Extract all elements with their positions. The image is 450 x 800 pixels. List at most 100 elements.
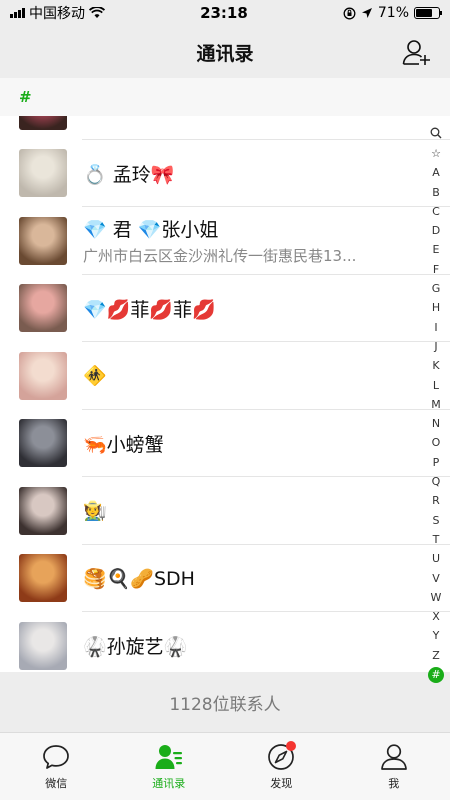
index-letter[interactable]: # [428, 667, 444, 684]
location-icon [361, 8, 372, 18]
contact-row[interactable]: 🦐小螃蟹 [0, 409, 450, 477]
contact-subtitle: 广州市白云区金沙洲礼传一街惠民巷13... [83, 247, 357, 266]
avatar [19, 149, 67, 198]
status-time: 23:18 [200, 4, 248, 22]
index-letter[interactable]: M [428, 395, 444, 414]
battery-level [416, 9, 432, 17]
index-letter[interactable]: ☆ [428, 144, 444, 163]
tab-contacts[interactable]: 通讯录 [113, 733, 226, 800]
search-icon[interactable] [430, 127, 442, 141]
avatar [19, 116, 67, 130]
contact-row[interactable]: 💎 君 💎张小姐广州市白云区金沙洲礼传一街惠民巷13... [0, 207, 450, 275]
battery-percent: 71% [377, 5, 409, 21]
page-title: 通讯录 [196, 42, 254, 65]
add-friend-icon[interactable] [402, 38, 432, 66]
index-letter[interactable]: X [428, 607, 444, 626]
tab-discover-label: 发现 [270, 777, 293, 790]
contact-row[interactable]: 南通市崇川区虹桥新村附37号303葛美1... [0, 116, 450, 140]
contacts-icon [155, 745, 182, 769]
section-header: # [0, 78, 450, 116]
avatar [19, 486, 67, 535]
orientation-lock-icon [343, 7, 356, 19]
index-letter[interactable]: S [428, 511, 444, 530]
tab-discover[interactable]: 发现 [225, 733, 338, 800]
contact-name: 💍 孟玲🎀 [83, 163, 175, 186]
index-letter[interactable]: V [428, 569, 444, 588]
index-letter[interactable]: B [428, 183, 444, 202]
notification-dot [286, 741, 296, 751]
tab-contacts-label: 通讯录 [152, 777, 186, 790]
alphabet-index[interactable]: ☆ A B C D E F G H I J K L M N O P Q R S T U V W X Y Z # [426, 127, 446, 684]
avatar [19, 216, 67, 265]
contact-name: 🚸 [83, 365, 107, 388]
avatar [19, 351, 67, 400]
contact-subtitle: 南通市崇川区虹桥新村附37号303葛美1... [83, 116, 365, 118]
contact-text: 💍 孟玲🎀 [83, 160, 174, 187]
index-letter[interactable]: K [428, 356, 444, 375]
contact-text: 🚸 [83, 364, 107, 387]
contact-text: 南通市崇川区虹桥新村附37号303葛美1... [83, 116, 365, 118]
index-letter[interactable]: Y [428, 626, 444, 645]
contact-name: 💎 君 💎张小姐 [83, 219, 219, 242]
contact-row[interactable]: 💎💋菲💋菲💋 [0, 274, 450, 342]
contact-name: 🦐小螃蟹 [83, 433, 164, 456]
signal-icon [10, 8, 25, 18]
contact-name: 🥞🍳🥜SDH [83, 567, 195, 590]
contact-name: 🧑‍🌾 [83, 500, 107, 523]
index-letter[interactable]: W [428, 588, 444, 607]
contact-row[interactable]: 🥞🍳🥜SDH [0, 544, 450, 612]
contact-count-label: 1128位联系人 [169, 694, 281, 715]
index-letter[interactable]: Q [428, 472, 444, 491]
contact-list-inner: 南通市崇川区虹桥新村附37号303葛美1... 💍 孟玲🎀 💎 君 💎张小姐广州市白… [0, 116, 450, 672]
tab-me[interactable]: 我 [338, 733, 450, 800]
index-letter[interactable]: E [428, 240, 444, 259]
avatar [19, 284, 67, 333]
contact-row[interactable]: 🚸 [0, 342, 450, 410]
contact-row[interactable]: 🥋孙旋艺🥋 [0, 612, 450, 672]
tab-chats-label: 微信 [45, 777, 68, 790]
contact-count: 1128位联系人 [0, 672, 450, 732]
index-letter[interactable]: A [428, 163, 444, 182]
contact-text: 🦐小螃蟹 [83, 430, 164, 457]
contact-name: 🥋孙旋艺🥋 [83, 636, 188, 659]
section-label: # [19, 88, 32, 106]
contact-row[interactable]: 🧑‍🌾 [0, 477, 450, 545]
tab-me-label: 我 [388, 777, 400, 790]
contact-row[interactable]: 💍 孟玲🎀 [0, 139, 450, 207]
contacts-screen: 中国移动 23:18 71% 通讯录 # 💍 孟玲🎀 💎 君 💎张小姐 广州市白… [0, 0, 450, 800]
contact-text: 💎 君 💎张小姐广州市白云区金沙洲礼传一街惠民巷13... [83, 215, 356, 266]
index-letter[interactable]: T [428, 530, 444, 549]
status-left: 中国移动 [10, 3, 105, 23]
index-letter[interactable]: P [428, 453, 444, 472]
index-letter[interactable]: I [428, 318, 444, 337]
index-letter[interactable]: N [428, 414, 444, 433]
contact-text: 🧑‍🌾 [83, 499, 107, 522]
tab-bar: 微信 通讯录 发现 我 [0, 732, 450, 800]
index-letter[interactable]: C [428, 202, 444, 221]
contact-list[interactable]: 南通市崇川区虹桥新村附37号303葛美1... 💍 孟玲🎀 💎 君 💎张小姐广州市白… [0, 116, 450, 672]
contact-name: 💎💋菲💋菲💋 [83, 298, 216, 321]
carrier-label: 中国移动 [29, 6, 85, 22]
status-bar: 中国移动 23:18 71% [0, 0, 450, 26]
index-letter[interactable]: J [428, 337, 444, 356]
avatar [19, 554, 67, 603]
contact-text: 🥋孙旋艺🥋 [83, 632, 187, 659]
index-letter[interactable]: L [428, 376, 444, 395]
index-letter[interactable]: F [428, 260, 444, 279]
index-letter[interactable]: U [428, 549, 444, 568]
index-letter[interactable]: Z [428, 646, 444, 665]
chat-bubble-icon [43, 745, 70, 769]
person-icon [380, 744, 407, 770]
avatar [19, 419, 67, 468]
avatar [19, 621, 67, 670]
index-letter[interactable]: H [428, 298, 444, 317]
index-letter[interactable]: O [428, 433, 444, 452]
contact-text: 💎💋菲💋菲💋 [83, 295, 216, 322]
tab-chats[interactable]: 微信 [0, 733, 113, 800]
contact-text: 🥞🍳🥜SDH [83, 567, 195, 590]
battery-icon [414, 7, 442, 19]
index-letter[interactable]: R [428, 491, 444, 510]
status-right: 71% [343, 5, 442, 21]
index-letter[interactable]: D [428, 221, 444, 240]
index-letter[interactable]: G [428, 279, 444, 298]
